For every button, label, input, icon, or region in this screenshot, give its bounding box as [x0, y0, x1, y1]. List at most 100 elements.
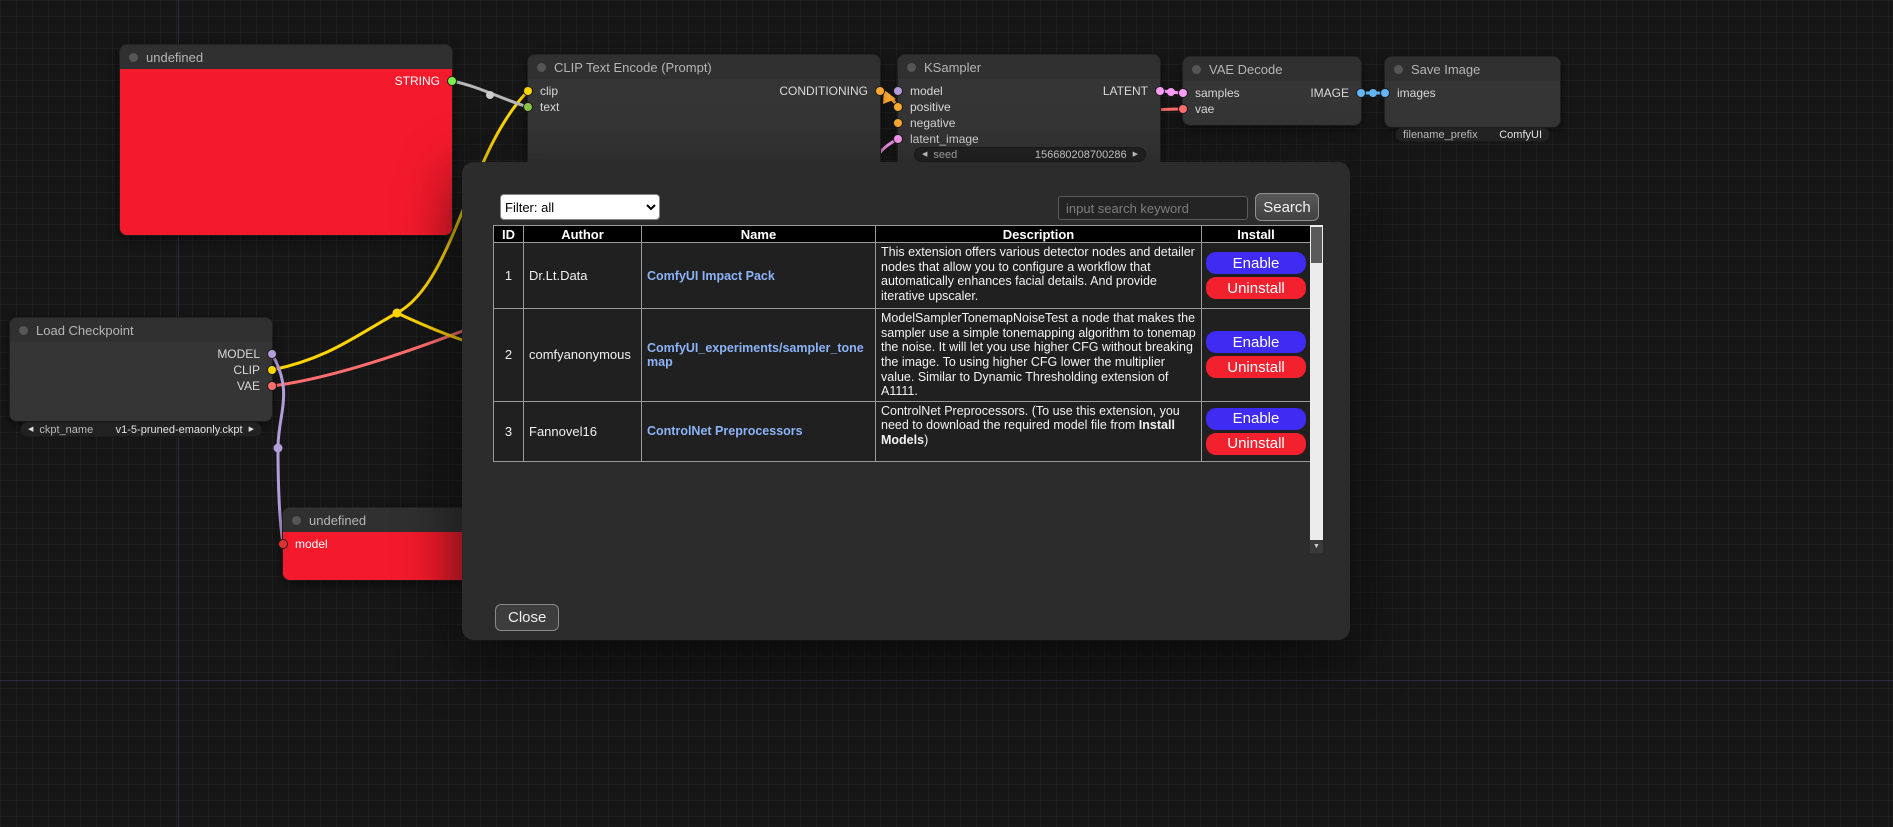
ext-description: This extension offers various detector n…	[876, 243, 1202, 309]
input-slot-vae: vae	[1183, 101, 1361, 117]
output-slot-model: MODEL	[10, 346, 272, 362]
input-slot-images: images	[1385, 85, 1560, 101]
node-save-image[interactable]: Save Image images filename_prefix ComfyU…	[1385, 57, 1560, 127]
increment-arrow-icon[interactable]: ▶	[1133, 151, 1138, 158]
col-header-description: Description	[876, 226, 1202, 243]
node-title: undefined	[146, 50, 203, 65]
connection-dot[interactable]	[1155, 86, 1165, 96]
connection-dot[interactable]	[523, 102, 533, 112]
node-vae-decode[interactable]: VAE Decode samples vae IMAGE	[1183, 57, 1361, 125]
collapse-dot-icon[interactable]	[129, 53, 138, 62]
table-row: 2 comfyanonymous ComfyUI_experiments/sam…	[494, 309, 1311, 402]
node-load-checkpoint[interactable]: Load Checkpoint MODEL CLIP VAE ◀ ckpt_na…	[10, 318, 272, 421]
ext-name-link[interactable]: ComfyUI_experiments/sampler_tonemap	[647, 341, 864, 369]
widget-value: 156680208700286	[963, 149, 1126, 161]
collapse-dot-icon[interactable]	[907, 63, 916, 72]
search-input[interactable]	[1058, 196, 1248, 220]
connection-dot[interactable]	[1380, 88, 1390, 98]
output-slot-image: IMAGE	[1310, 85, 1361, 101]
col-header-id: ID	[494, 226, 524, 243]
input-slot-label: samples	[1195, 86, 1240, 100]
connection-dot[interactable]	[1178, 88, 1188, 98]
output-slot-label: CONDITIONING	[779, 84, 868, 98]
output-slot-label: STRING	[395, 74, 440, 88]
scrollbar-thumb[interactable]	[1311, 227, 1322, 263]
node-title-bar[interactable]: CLIP Text Encode (Prompt)	[528, 55, 880, 79]
input-slot-label: images	[1397, 86, 1436, 100]
output-slot-label: CLIP	[233, 363, 260, 377]
connection-dot[interactable]	[875, 86, 885, 96]
ext-name-link[interactable]: ComfyUI Impact Pack	[647, 269, 775, 283]
close-button[interactable]: Close	[495, 604, 559, 631]
node-title: undefined	[309, 513, 366, 528]
input-slot-negative: negative	[898, 115, 1160, 131]
node-error-body: STRING	[120, 69, 452, 235]
node-title: Load Checkpoint	[36, 323, 134, 338]
node-title-bar[interactable]: Load Checkpoint	[10, 318, 272, 342]
connection-dot[interactable]	[1178, 104, 1188, 114]
uninstall-button[interactable]: Uninstall	[1206, 277, 1306, 299]
next-arrow-icon[interactable]: ▶	[249, 426, 254, 433]
ext-description: ControlNet Preprocessors. (To use this e…	[876, 401, 1202, 461]
node-title-bar[interactable]: VAE Decode	[1183, 57, 1361, 81]
ext-author: Fannovel16	[524, 401, 642, 461]
output-slot-label: IMAGE	[1310, 86, 1349, 100]
ext-name-link[interactable]: ControlNet Preprocessors	[647, 424, 803, 438]
scroll-down-button[interactable]: ▼	[1310, 540, 1323, 553]
enable-button[interactable]: Enable	[1206, 408, 1306, 430]
search-button[interactable]: Search	[1255, 193, 1319, 221]
connection-dot[interactable]	[1356, 88, 1366, 98]
connection-dot[interactable]	[278, 539, 288, 549]
node-undefined-top[interactable]: undefined STRING	[120, 45, 452, 235]
uninstall-button[interactable]: Uninstall	[1206, 356, 1306, 378]
node-title-bar[interactable]: undefined	[120, 45, 452, 69]
connection-dot[interactable]	[267, 381, 277, 391]
widget-name: seed	[933, 149, 957, 161]
connection-dot[interactable]	[447, 76, 457, 86]
filename-prefix-widget[interactable]: filename_prefix ComfyUI	[1395, 127, 1550, 142]
widget-name: filename_prefix	[1403, 129, 1478, 141]
collapse-dot-icon[interactable]	[1192, 65, 1201, 74]
ckpt-name-widget[interactable]: ◀ ckpt_name v1-5-pruned-emaonly.ckpt ▶	[20, 422, 262, 437]
connection-dot[interactable]	[523, 86, 533, 96]
ext-description-text: )	[924, 433, 928, 447]
previous-arrow-icon[interactable]: ◀	[28, 426, 33, 433]
decrement-arrow-icon[interactable]: ◀	[922, 151, 927, 158]
collapse-dot-icon[interactable]	[292, 516, 301, 525]
connection-dot[interactable]	[893, 86, 903, 96]
output-slot-label: MODEL	[217, 347, 260, 361]
filter-select[interactable]: Filter: all	[500, 194, 660, 220]
ext-author: comfyanonymous	[524, 309, 642, 402]
node-title-bar[interactable]: undefined	[283, 508, 469, 532]
ext-id: 1	[494, 243, 524, 309]
collapse-dot-icon[interactable]	[19, 326, 28, 335]
col-header-install: Install	[1202, 226, 1311, 243]
connection-dot[interactable]	[267, 365, 277, 375]
input-slot-latent-image: latent_image	[898, 131, 1160, 147]
collapse-dot-icon[interactable]	[537, 63, 546, 72]
seed-widget[interactable]: ◀ seed 156680208700286 ▶	[914, 147, 1146, 162]
node-title-bar[interactable]: Save Image	[1385, 57, 1560, 81]
connection-dot[interactable]	[267, 349, 277, 359]
input-slot-label: latent_image	[910, 132, 979, 146]
enable-button[interactable]: Enable	[1206, 331, 1306, 353]
output-slot-latent: LATENT	[1103, 83, 1160, 99]
extension-table-container: ID Author Name Description Install 1 Dr.…	[493, 225, 1323, 553]
collapse-dot-icon[interactable]	[1394, 65, 1403, 74]
uninstall-button[interactable]: Uninstall	[1206, 433, 1306, 455]
output-slot-clip: CLIP	[10, 362, 272, 378]
output-slot-label: VAE	[237, 379, 260, 393]
connection-dot[interactable]	[893, 134, 903, 144]
connection-dot[interactable]	[893, 102, 903, 112]
table-scrollbar[interactable]: ▼	[1310, 225, 1323, 553]
node-title-bar[interactable]: KSampler	[898, 55, 1160, 79]
connection-dot[interactable]	[893, 118, 903, 128]
input-slot-label: positive	[910, 100, 951, 114]
table-row: 3 Fannovel16 ControlNet Preprocessors Co…	[494, 401, 1311, 461]
node-title: CLIP Text Encode (Prompt)	[554, 60, 712, 75]
node-title: KSampler	[924, 60, 981, 75]
output-slot-label: LATENT	[1103, 84, 1148, 98]
node-undefined-bottom[interactable]: undefined model	[283, 508, 469, 580]
output-slot-vae: VAE	[10, 378, 272, 394]
enable-button[interactable]: Enable	[1206, 252, 1306, 274]
